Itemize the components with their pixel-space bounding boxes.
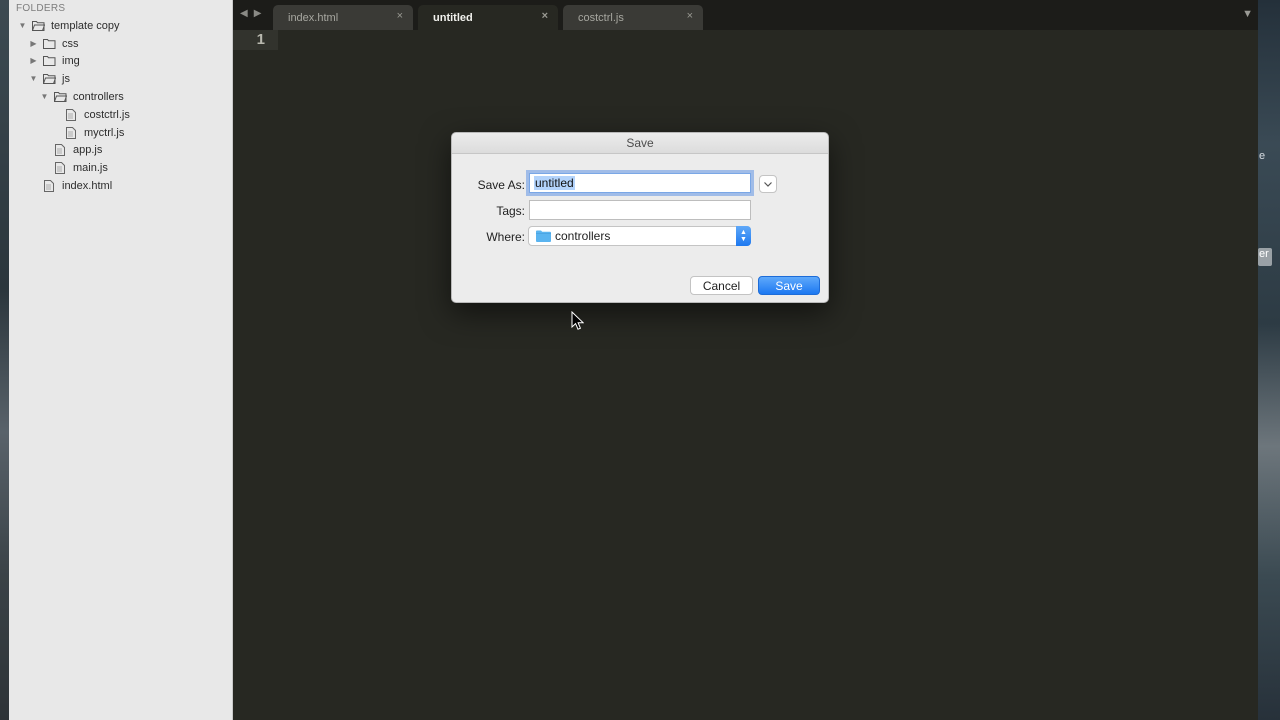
file-icon: [42, 179, 56, 192]
tree-item-label: app.js: [73, 143, 103, 156]
disclosure-expanded-icon[interactable]: ▼: [28, 74, 39, 83]
tab-index-html[interactable]: index.html ×: [273, 5, 413, 30]
tree-item-label: js: [62, 72, 70, 85]
tree-item-label: img: [62, 54, 80, 67]
tree-item-label: index.html: [62, 179, 113, 192]
save-as-field[interactable]: untitled: [529, 173, 751, 193]
cancel-button[interactable]: Cancel: [690, 276, 753, 295]
tab-bar: ◀ ▶ index.html × untitled × costctrl.js …: [233, 0, 1258, 30]
file-icon: [53, 161, 67, 174]
where-label: Where:: [486, 230, 525, 244]
chevron-down-icon: [764, 181, 772, 187]
close-icon[interactable]: ×: [542, 10, 548, 22]
tab-label: untitled: [433, 11, 473, 24]
save-button[interactable]: Save: [758, 276, 820, 295]
tree-item-app-js[interactable]: app.js: [53, 141, 102, 158]
file-icon: [64, 108, 78, 121]
folder-open-icon: [31, 20, 45, 32]
tree-item-img[interactable]: ▶ img: [28, 52, 80, 69]
tree-item-template-copy[interactable]: ▼ template copy: [17, 17, 120, 34]
close-icon[interactable]: ×: [687, 10, 693, 22]
sidebar: FOLDERS ▼ template copy ▶ css ▶ img ▼ js…: [9, 0, 233, 720]
tree-item-index-html[interactable]: index.html: [42, 177, 112, 194]
save-dialog: Save Save As: untitled Tags: Where: cont…: [451, 132, 829, 303]
disclosure-collapsed-icon[interactable]: ▶: [28, 56, 39, 65]
tree-item-label: main.js: [73, 161, 108, 174]
tree-item-label: css: [62, 37, 79, 50]
tree-item-label: template copy: [51, 19, 120, 32]
tags-label: Tags:: [496, 204, 525, 218]
file-icon: [53, 143, 67, 156]
line-number: 1: [233, 30, 278, 50]
folder-icon: [42, 38, 56, 50]
mouse-cursor-icon: [571, 311, 584, 330]
tree-item-main-js[interactable]: main.js: [53, 159, 108, 176]
dialog-title: Save: [452, 133, 828, 154]
desktop-wallpaper-right: e er: [1258, 0, 1280, 720]
folders-heading: FOLDERS: [16, 3, 66, 14]
tree-item-myctrl-js[interactable]: myctrl.js: [64, 124, 124, 141]
where-popup-button[interactable]: controllers ▲ ▼: [528, 226, 751, 246]
wallpaper-text-fragment: er: [1258, 248, 1272, 266]
folder-open-icon: [42, 73, 56, 85]
nav-forward-icon[interactable]: ▶: [254, 8, 262, 19]
save-as-label: Save As:: [477, 178, 525, 192]
where-value: controllers: [555, 229, 611, 243]
tree-item-label: costctrl.js: [84, 108, 130, 121]
tree-item-js[interactable]: ▼ js: [28, 70, 70, 87]
tab-label: index.html: [288, 11, 339, 24]
folder-open-icon: [53, 91, 67, 103]
editor-pane[interactable]: ◀ ▶ index.html × untitled × costctrl.js …: [233, 0, 1258, 720]
expand-dialog-button[interactable]: [759, 175, 777, 193]
save-as-value: untitled: [534, 176, 575, 190]
desktop-wallpaper-left: [0, 0, 9, 720]
close-icon[interactable]: ×: [397, 10, 403, 22]
tree-item-css[interactable]: ▶ css: [28, 35, 79, 52]
wallpaper-text-fragment: e: [1259, 150, 1266, 162]
tree-item-costctrl-js[interactable]: costctrl.js: [64, 106, 130, 123]
tree-item-label: controllers: [73, 90, 124, 103]
tab-costctrl-js[interactable]: costctrl.js ×: [563, 5, 703, 30]
disclosure-collapsed-icon[interactable]: ▶: [28, 39, 39, 48]
disclosure-expanded-icon[interactable]: ▼: [17, 21, 28, 30]
tab-nav-arrows: ◀ ▶: [240, 8, 261, 19]
folder-icon: [42, 55, 56, 67]
tree-item-controllers[interactable]: ▼ controllers: [39, 88, 124, 105]
tree-item-label: myctrl.js: [84, 126, 125, 139]
tags-field[interactable]: [529, 200, 751, 220]
file-icon: [64, 126, 78, 139]
popup-stepper-icon: ▲ ▼: [736, 226, 751, 246]
folder-icon: [536, 230, 551, 242]
tab-untitled[interactable]: untitled ×: [418, 5, 558, 30]
tab-overflow-icon[interactable]: ▼: [1242, 8, 1253, 20]
nav-back-icon[interactable]: ◀: [240, 8, 248, 19]
tab-label: costctrl.js: [578, 11, 624, 24]
disclosure-expanded-icon[interactable]: ▼: [39, 92, 50, 101]
